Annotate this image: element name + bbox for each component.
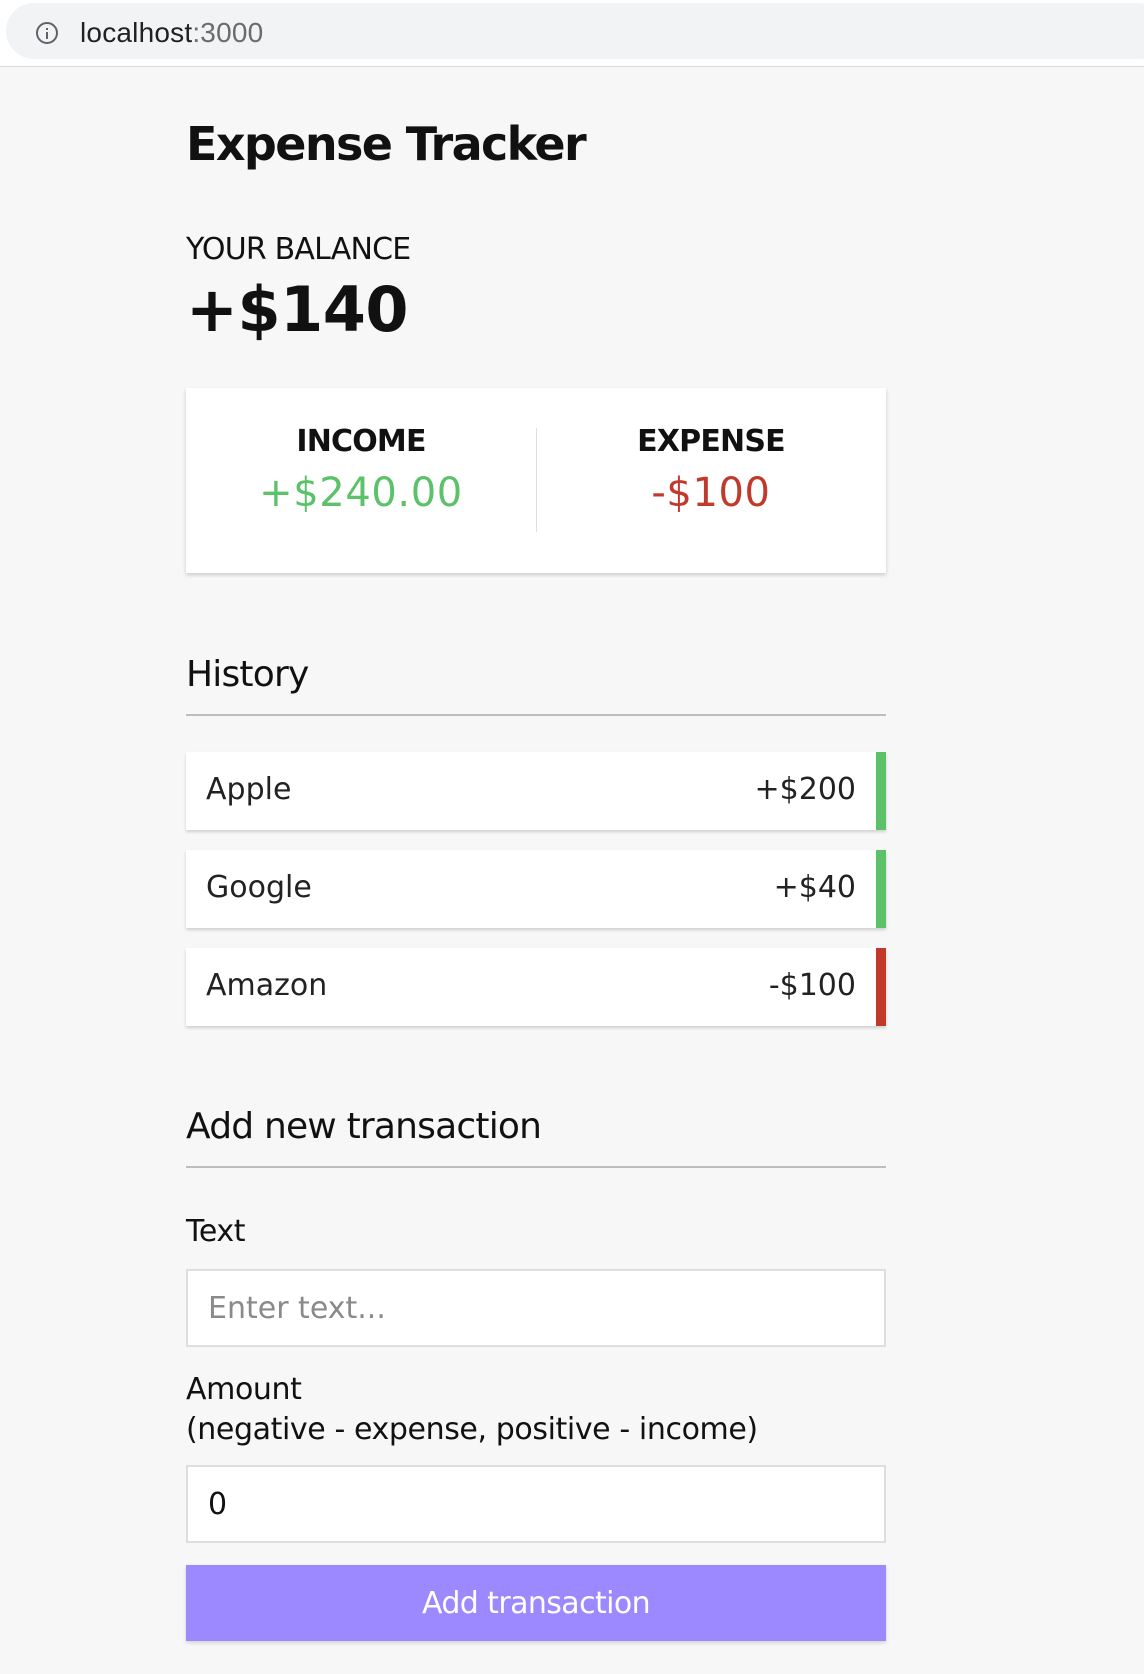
history-title: History xyxy=(186,652,886,716)
income-value: +$240.00 xyxy=(259,470,463,516)
add-transaction-title: Add new transaction xyxy=(186,1104,886,1168)
url-port: :3000 xyxy=(192,17,264,48)
history-item-apple[interactable]: Apple +$200 xyxy=(186,752,886,830)
page-title: Expense Tracker xyxy=(186,117,587,171)
amount-hint: (negative - expense, positive - income) xyxy=(186,1412,758,1447)
history-item-amazon[interactable]: Amazon -$100 xyxy=(186,948,886,1026)
history-item-text: Amazon xyxy=(206,968,328,1003)
income-column: INCOME +$240.00 xyxy=(186,388,536,573)
income-expense-card: INCOME +$240.00 EXPENSE -$100 xyxy=(186,388,886,573)
url-text[interactable]: localhost:3000 xyxy=(80,16,263,50)
address-bar[interactable]: localhost:3000 xyxy=(6,3,1144,59)
text-input[interactable] xyxy=(186,1269,886,1347)
history-item-amount: -$100 xyxy=(768,968,856,1003)
expense-label: EXPENSE xyxy=(637,424,786,459)
amount-label: Amount xyxy=(186,1372,302,1407)
info-icon[interactable] xyxy=(36,22,58,44)
text-label: Text xyxy=(186,1214,246,1249)
url-host: localhost xyxy=(80,17,193,48)
income-label: INCOME xyxy=(296,424,426,459)
history-item-amount: +$40 xyxy=(773,870,856,905)
balance-value: +$140 xyxy=(186,273,409,346)
balance-label: YOUR BALANCE xyxy=(186,232,411,267)
add-transaction-button[interactable]: Add transaction xyxy=(186,1565,886,1641)
expense-column: EXPENSE -$100 xyxy=(536,388,886,573)
browser-toolbar: localhost:3000 xyxy=(0,0,1144,67)
history-item-google[interactable]: Google +$40 xyxy=(186,850,886,928)
amount-input[interactable] xyxy=(186,1465,886,1543)
history-list: Apple +$200 Google +$40 Amazon -$100 xyxy=(186,752,886,1046)
history-item-amount: +$200 xyxy=(754,772,856,807)
expense-value: -$100 xyxy=(651,470,771,516)
history-item-text: Apple xyxy=(206,772,292,807)
history-item-text: Google xyxy=(206,870,312,905)
